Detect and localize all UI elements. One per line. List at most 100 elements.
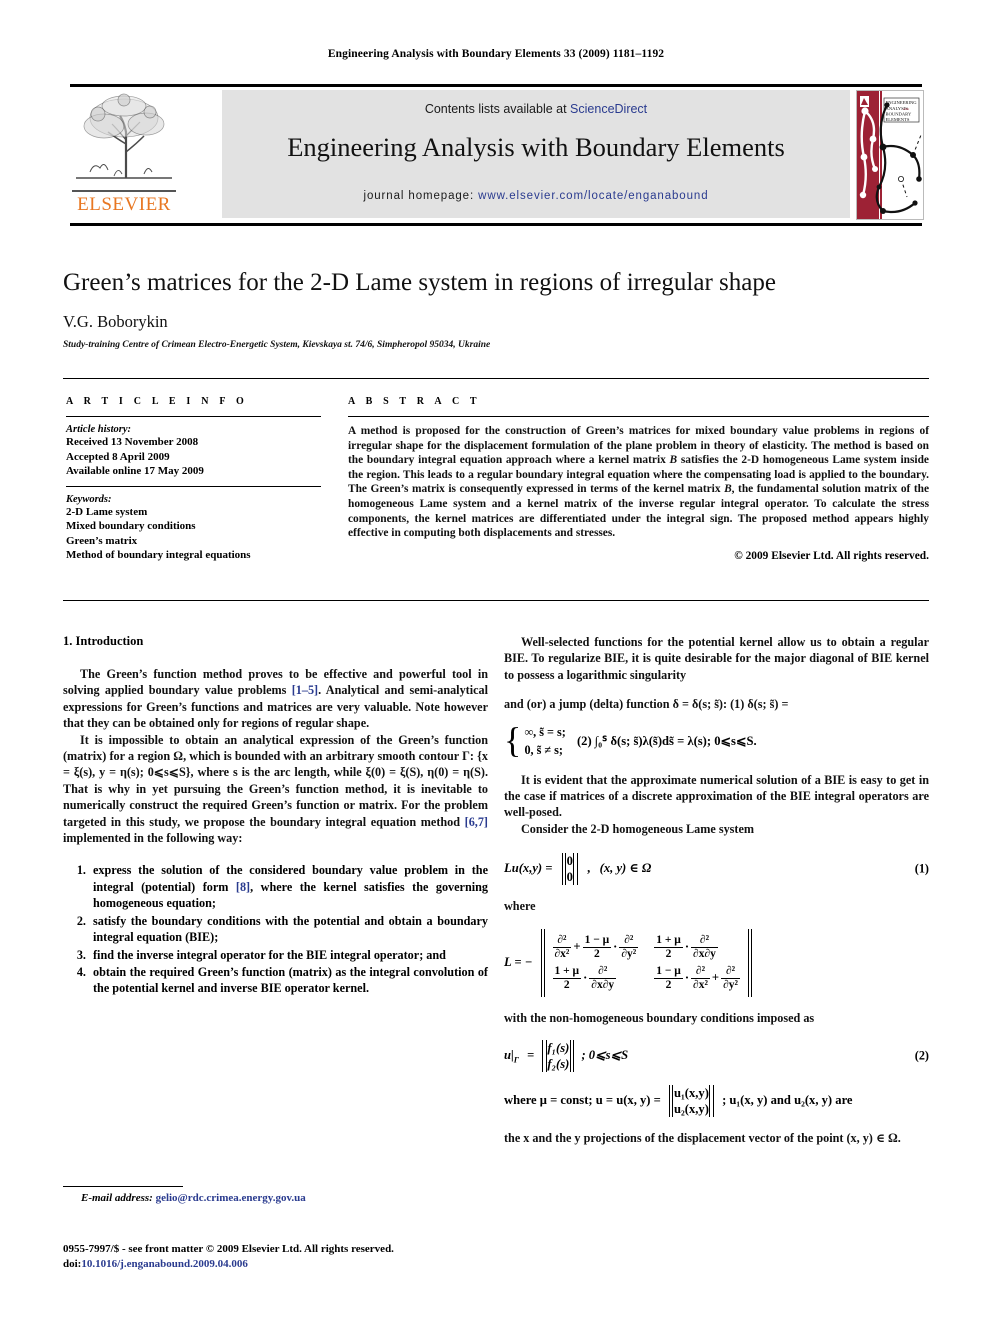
contents-lists-line: Contents lists available at ScienceDirec… <box>222 102 850 116</box>
email-link[interactable]: gelio@rdc.crimea.energy.gov.ua <box>156 1192 306 1204</box>
list-item: find the inverse integral operator for t… <box>89 947 488 963</box>
abstract-copyright: © 2009 Elsevier Ltd. All rights reserved… <box>734 549 929 562</box>
issn-copyright-block: 0955-7997/$ - see front matter © 2009 El… <box>63 1242 523 1271</box>
article-info-divider <box>66 416 321 417</box>
elsevier-tree-icon <box>74 92 174 184</box>
list-item: obtain the required Green’s function (ma… <box>89 964 488 997</box>
journal-cover-thumbnail: ENGINEERING ANALYSIS with BOUNDARY ELEME… <box>856 90 924 220</box>
L-r1c2-dot: · <box>684 939 690 954</box>
L-r2c2-dyy: ∂² ∂y² <box>721 964 740 991</box>
eq1-domain: (x, y) ∈ Ω <box>599 861 652 876</box>
table-row: ∂² ∂x² +1 − μ 2 · ∂² ∂y² 1 + μ 2 · ∂² ∂x∂y <box>549 932 745 963</box>
eq2-after-text-c: the x and the y projections of the displ… <box>504 1131 901 1146</box>
abstract-kernel-symbol: B <box>724 483 732 496</box>
eq2-vector-row-1: f₁(s) <box>547 1041 570 1056</box>
L-r2c2-coef: 1 − μ2 <box>654 964 683 991</box>
L-r1c1-dot: · <box>613 939 618 954</box>
email-footnote: E-mail address: gelio@rdc.crimea.energy.… <box>63 1192 488 1204</box>
L-r2c2-dxx: ∂² ∂x² <box>691 964 710 991</box>
eq2-lhs: u|Γ <box>504 1047 519 1065</box>
journal-article-page: Engineering Analysis with Boundary Eleme… <box>0 0 992 1323</box>
journal-homepage-line: journal homepage: www.elsevier.com/locat… <box>222 190 850 202</box>
citation-link[interactable]: [1–5] <box>292 683 318 697</box>
article-history-received: Received 13 November 2008 <box>66 436 199 448</box>
journal-masthead: ELSEVIER Contents lists available at Sci… <box>70 84 924 226</box>
masthead-banner: Contents lists available at ScienceDirec… <box>222 90 850 218</box>
intro-p2-text-a: It is impossible to obtain an analytical… <box>63 732 488 829</box>
step-text-a: obtain the required Green’s function (ma… <box>93 964 488 996</box>
keyword-item: Mixed boundary conditions <box>66 520 196 532</box>
operator-L-lhs: L = − <box>504 954 533 969</box>
info-rule-bottom <box>63 600 929 601</box>
article-info-column: A R T I C L E I N F O Article history: R… <box>66 396 321 563</box>
eq1-operator: Lu(x,y) = <box>504 861 553 876</box>
L-entry-r2c2: 1 − μ 2 · ∂² ∂x² + ∂² ∂y² <box>650 963 744 994</box>
svg-text:with: with <box>903 107 909 111</box>
eq1-vector-row-2: 0 <box>566 870 573 885</box>
eq2-equals: = <box>527 1047 535 1062</box>
sciencedirect-link[interactable]: ScienceDirect <box>570 102 647 116</box>
doi-label: doi: <box>63 1257 82 1270</box>
citation-link[interactable]: [6,7] <box>465 815 488 829</box>
citation-link[interactable]: [8] <box>236 880 250 894</box>
L-entry-r2c1: 1 + μ 2 · ∂² ∂x∂y <box>549 963 651 994</box>
footnote-block: E-mail address: gelio@rdc.crimea.energy.… <box>63 1186 488 1204</box>
displacement-row-2: u₂(x,y) <box>673 1102 709 1117</box>
footnote-rule <box>63 1186 183 1187</box>
email-label: E-mail address: <box>81 1192 153 1204</box>
abstract-heading: A B S T R A C T <box>348 396 481 407</box>
elsevier-logo: ELSEVIER <box>70 90 178 218</box>
section-heading-introduction: 1. Introduction <box>63 634 144 648</box>
keyword-item: Method of boundary integral equations <box>66 549 251 561</box>
L-r1c1-dyy: ∂² ∂y² <box>619 933 639 960</box>
body-column-right: Well-selected functions for the potentia… <box>504 634 929 1146</box>
operator-L-matrix: ∂² ∂x² +1 − μ 2 · ∂² ∂y² 1 + μ 2 · ∂² ∂x∂y 1 + μ 2 ·… <box>540 928 752 997</box>
left-brace-icon: { <box>504 720 522 761</box>
operator-L-definition: L = − ∂² ∂x² +1 − μ 2 · ∂² ∂y² 1 + μ 2 · ∂² ∂x∂y 1… <box>504 928 929 997</box>
keywords-divider <box>66 485 321 487</box>
keywords-label: Keywords: <box>66 493 112 505</box>
eq1-vector-stack: 0 0 <box>567 853 573 885</box>
L-r1c2-dxy: ∂² ∂x∂y <box>691 933 718 960</box>
eq2-column-vector: f₁(s) f₂(s) <box>542 1040 575 1073</box>
right-paragraph-1: Well-selected functions for the potentia… <box>504 635 929 682</box>
step-text-a: satisfy the boundary conditions with the… <box>93 913 488 945</box>
eq2-range: ; 0⩽s⩽S <box>581 1047 629 1062</box>
abstract-kernel-symbol: B <box>669 454 678 467</box>
article-history-online: Available online 17 May 2009 <box>66 465 204 477</box>
equation-1: Lu(x,y) = 0 0 , (x, y) ∈ Ω (1) <box>504 853 929 886</box>
abstract-divider <box>348 416 929 417</box>
delta-case-1: ∞, s̃ = s; <box>524 724 566 739</box>
article-affiliation: Study-training Centre of Crimean Electro… <box>63 340 491 350</box>
doi-link[interactable]: 10.1016/j.enganabound.2009.04.006 <box>81 1258 248 1270</box>
method-steps-list: express the solution of the considered b… <box>63 862 488 996</box>
displacement-row-1: u₁(x,y) <box>673 1086 709 1101</box>
displacement-vector-stack: u₁(x,y) u₂(x,y) <box>674 1085 709 1117</box>
L-r2c1-coef: 1 + μ2 <box>552 964 582 991</box>
homepage-prefix: journal homepage: <box>363 190 479 202</box>
article-history-label: Article history: <box>66 424 132 435</box>
where-label-1: where <box>504 899 536 914</box>
intro-paragraph-1: The Green’s function method proves to be… <box>63 666 488 732</box>
eq2-number: (2) <box>914 1048 929 1063</box>
right-delta-intro: and (or) a jump (delta) function δ = δ(s… <box>504 697 789 712</box>
keyword-item: Green’s matrix <box>66 534 138 547</box>
intro-p2-text-b: implemented in the following way: <box>63 831 243 846</box>
delta-integral-identity: (2) ∫₀ᔆ δ(s; s̃)λ(s̃)ds̃ = λ(s); 0⩽s⩽S. <box>576 733 757 748</box>
eq2-after-text-a: where μ = const; u = u(x, y) = <box>504 1092 661 1107</box>
journal-homepage-link[interactable]: www.elsevier.com/locate/enganabound <box>478 190 708 202</box>
article-title: Green’s matrices for the 2-D Lame system… <box>63 269 776 296</box>
svg-text:ELEMENTS: ELEMENTS <box>886 117 910 122</box>
list-item: satisfy the boundary conditions with the… <box>89 913 488 946</box>
delta-cases: ∞, s̃ = s; 0, s̃ ≠ s; <box>524 723 565 759</box>
equation-2-explanation: where μ = const; u = u(x, y) = u₁(x,y) u… <box>504 1085 929 1118</box>
journal-cover-graphic: ENGINEERING ANALYSIS with BOUNDARY ELEME… <box>857 91 923 219</box>
L-entry-r1c2: 1 + μ 2 · ∂² ∂x∂y <box>650 932 744 963</box>
elsevier-wordmark: ELSEVIER <box>72 190 176 216</box>
delta-case-2: 0, s̃ ≠ s; <box>524 742 563 757</box>
contents-lists-prefix: Contents lists available at <box>424 102 571 116</box>
boundary-conditions-intro: with the non-homogeneous boundary condit… <box>504 1010 815 1025</box>
article-info-heading: A R T I C L E I N F O <box>66 396 248 407</box>
step-text-a: find the inverse integral operator for t… <box>93 947 446 962</box>
eq2-vector-row-2: f₂(s) <box>547 1057 570 1072</box>
